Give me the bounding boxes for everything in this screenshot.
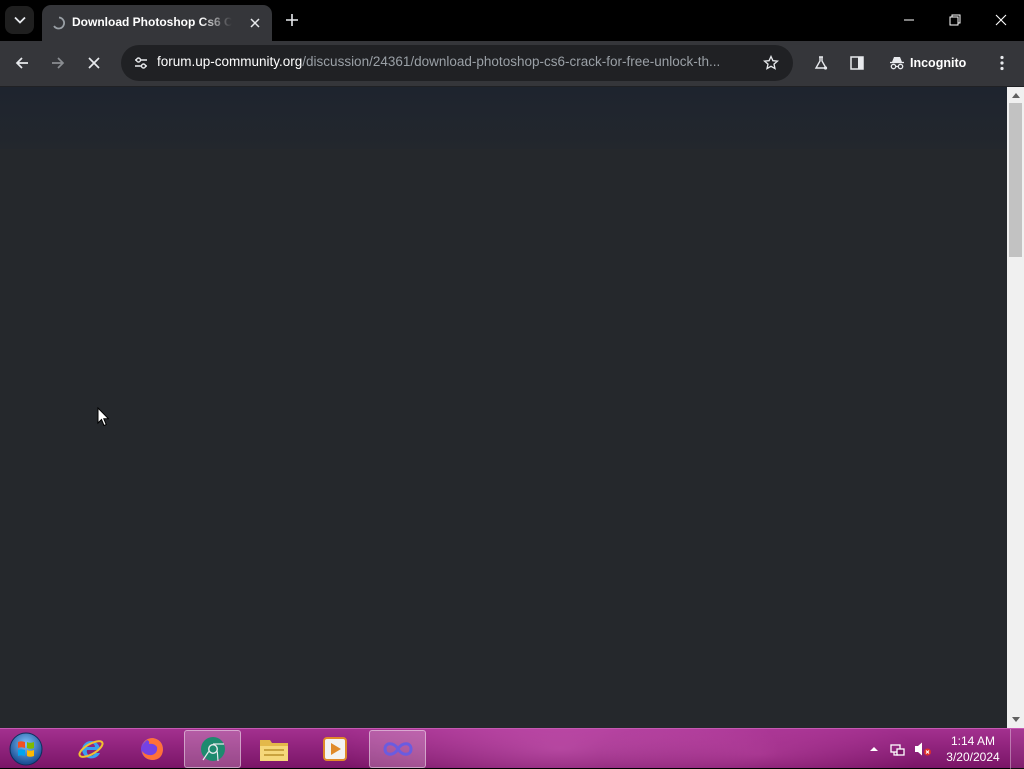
window-restore-button[interactable] xyxy=(932,0,978,40)
labs-button[interactable] xyxy=(805,47,837,79)
close-icon xyxy=(88,57,100,69)
taskbar-infinity-app[interactable] xyxy=(369,730,426,768)
firefox-icon xyxy=(140,738,163,760)
chrome-icon xyxy=(200,737,225,762)
taskbar-chrome[interactable] xyxy=(184,730,241,768)
taskbar-firefox[interactable] xyxy=(123,730,180,768)
flask-icon xyxy=(814,56,828,70)
triangle-down-icon xyxy=(1011,716,1020,722)
browser-titlebar: Download Photoshop Cs6 Crack for Free xyxy=(0,0,1024,41)
window-close-button[interactable] xyxy=(978,0,1024,40)
plus-icon xyxy=(286,14,298,26)
url-text[interactable]: forum.up-community.org/discussion/24361/… xyxy=(157,54,757,72)
clock-date: 3/20/2024 xyxy=(946,750,1000,764)
url-path: /discussion/24361/download-photoshop-cs6… xyxy=(302,54,721,69)
tab-close-button[interactable] xyxy=(246,14,264,32)
side-panel-icon xyxy=(850,56,864,70)
close-icon xyxy=(995,14,1007,26)
new-tab-button[interactable] xyxy=(280,8,304,32)
infinity-app-icon xyxy=(382,742,413,756)
incognito-icon xyxy=(884,56,910,70)
start-button[interactable] xyxy=(6,730,46,768)
show-desktop-button[interactable] xyxy=(1010,729,1024,769)
arrow-right-icon xyxy=(52,57,65,69)
taskbar-file-explorer[interactable] xyxy=(245,730,302,768)
page-scrollbar[interactable] xyxy=(1007,87,1024,728)
mouse-cursor-icon xyxy=(97,407,109,427)
site-info-button[interactable] xyxy=(127,49,155,77)
page-viewport[interactable] xyxy=(0,87,1007,728)
taskbar-internet-explorer[interactable] xyxy=(62,730,119,768)
incognito-indicator[interactable]: Incognito xyxy=(884,49,982,77)
arrow-left-icon xyxy=(15,57,28,69)
file-explorer-icon xyxy=(259,740,288,761)
tab-title: Download Photoshop Cs6 Crack for Free xyxy=(72,15,232,29)
browser-tab-active[interactable]: Download Photoshop Cs6 Crack for Free xyxy=(42,5,272,41)
stop-loading-button[interactable] xyxy=(78,47,110,79)
clock-time: 1:14 AM xyxy=(950,734,996,748)
scrollbar-thumb[interactable] xyxy=(1009,103,1022,257)
side-panel-button[interactable] xyxy=(841,47,873,79)
loading-spinner-icon xyxy=(53,16,65,30)
internet-explorer-icon xyxy=(77,740,104,759)
triangle-up-icon xyxy=(1011,92,1020,98)
volume-muted-icon[interactable] xyxy=(914,741,932,757)
star-icon xyxy=(763,55,779,70)
address-bar[interactable]: forum.up-community.org/discussion/24361/… xyxy=(121,45,793,81)
window-minimize-button[interactable] xyxy=(886,0,932,40)
browser-menu-button[interactable] xyxy=(986,47,1018,79)
windows-taskbar: 1:14 AM 3/20/2024 xyxy=(0,728,1024,769)
taskbar-clock[interactable]: 1:14 AM 3/20/2024 xyxy=(938,733,1008,767)
incognito-label: Incognito xyxy=(910,56,967,70)
chevron-down-icon xyxy=(13,16,26,24)
media-player-icon xyxy=(322,737,347,761)
back-button[interactable] xyxy=(6,47,38,79)
url-domain: forum.up-community.org xyxy=(157,54,303,69)
minimize-icon xyxy=(904,19,914,21)
more-vert-icon xyxy=(1000,55,1004,71)
restore-icon xyxy=(949,14,961,26)
show-hidden-icons-icon[interactable] xyxy=(868,743,880,755)
tab-search-button[interactable] xyxy=(5,6,34,34)
scroll-down-button[interactable] xyxy=(1007,713,1024,725)
windows-logo-icon xyxy=(9,732,43,766)
scroll-up-button[interactable] xyxy=(1007,89,1024,101)
browser-toolbar: forum.up-community.org/discussion/24361/… xyxy=(0,41,1024,87)
tune-icon xyxy=(135,57,147,69)
forward-button[interactable] xyxy=(42,47,74,79)
page-header-bar xyxy=(0,87,1007,149)
taskbar-media-player[interactable] xyxy=(306,730,363,768)
bookmark-button[interactable] xyxy=(757,49,785,77)
network-icon[interactable] xyxy=(890,741,906,757)
close-icon xyxy=(250,18,260,28)
